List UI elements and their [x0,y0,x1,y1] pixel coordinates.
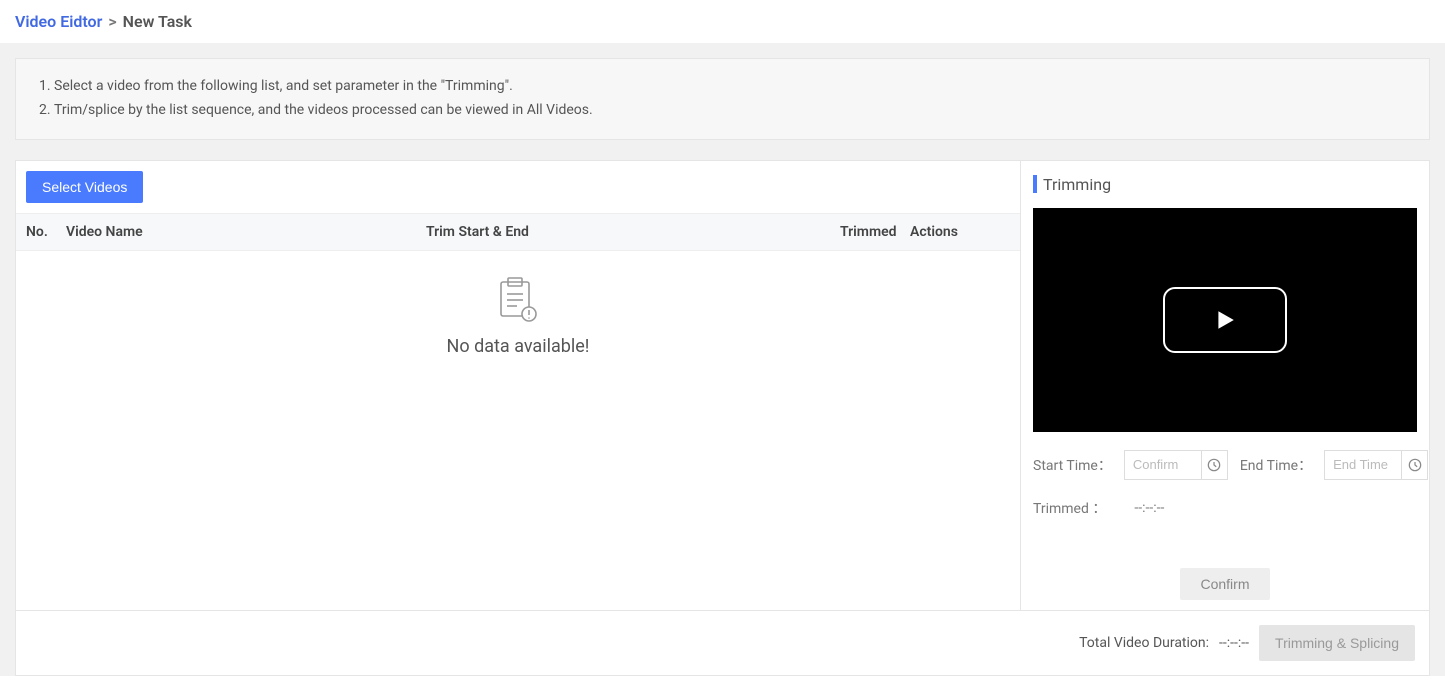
breadcrumb-link-video-editor[interactable]: Video Eidtor [15,12,102,31]
end-time-clock-button[interactable] [1401,451,1427,479]
video-preview [1033,208,1417,432]
col-header-actions: Actions [910,224,1010,240]
end-time-input-wrap [1324,450,1428,480]
empty-state: No data available! [16,251,1020,387]
confirm-button[interactable]: Confirm [1180,568,1269,600]
clipboard-empty-icon [497,276,539,322]
col-header-trimmed: Trimmed [840,224,910,240]
play-icon [1214,309,1236,331]
footer-bar: Total Video Duration: --:--:-- Trimming … [15,611,1430,676]
trimming-splicing-button[interactable]: Trimming & Splicing [1259,625,1415,661]
breadcrumb-current: New Task [123,12,192,31]
trimmed-value: --:--:-- [1134,500,1164,516]
start-time-input-wrap [1124,450,1228,480]
instruction-item: Trim/splice by the list sequence, and th… [54,99,1409,123]
clock-icon [1207,458,1221,472]
total-duration-value: --:--:-- [1219,635,1249,651]
trimming-panel-title: Trimming [1021,161,1429,208]
end-time-input[interactable] [1325,451,1401,479]
col-header-trim: Trim Start & End [426,224,840,240]
start-time-input[interactable] [1125,451,1201,479]
play-button[interactable] [1163,287,1287,353]
breadcrumb: Video Eidtor > New Task [0,0,1445,43]
title-accent-bar [1033,175,1037,193]
total-duration-label: Total Video Duration: [1079,635,1209,651]
breadcrumb-separator: > [108,12,116,31]
trimming-title-text: Trimming [1043,175,1111,194]
clock-icon [1408,458,1422,472]
end-time-label: End Time： [1240,455,1312,475]
table-header: No. Video Name Trim Start & End Trimmed … [16,213,1020,251]
start-time-clock-button[interactable] [1201,451,1227,479]
instructions-panel: Select a video from the following list, … [15,58,1430,140]
col-header-no: No. [26,224,66,240]
instruction-item: Select a video from the following list, … [54,75,1409,99]
start-time-label: Start Time： [1033,455,1112,475]
empty-state-text: No data available! [16,336,1020,357]
trimmed-label: Trimmed ： [1033,498,1106,518]
video-list-panel: Select Videos No. Video Name Trim Start … [15,160,1020,611]
col-header-name: Video Name [66,224,426,240]
select-videos-button[interactable]: Select Videos [26,171,143,203]
trimming-panel: Trimming Start Time： End Time： [1020,160,1430,611]
